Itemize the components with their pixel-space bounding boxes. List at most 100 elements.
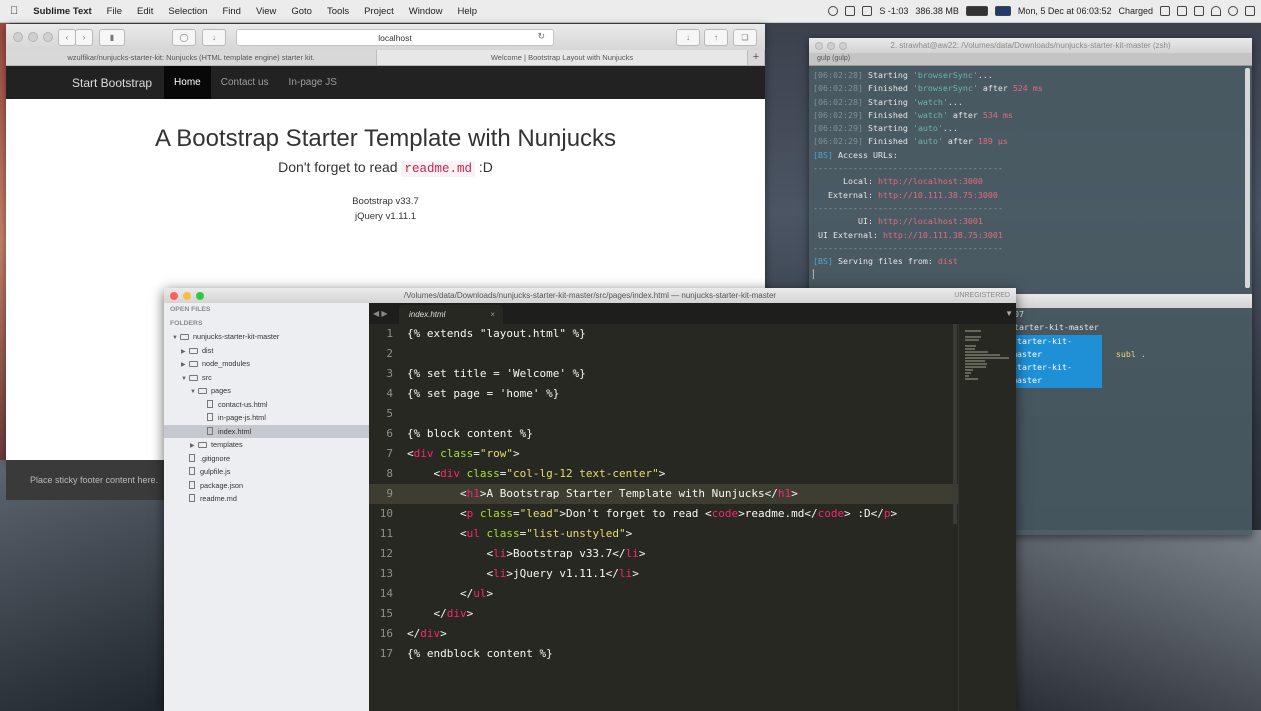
code-line[interactable]: 12 <li>Bootstrap v33.7</li> xyxy=(369,544,959,564)
tree-file[interactable]: in-page-js.html xyxy=(164,411,369,425)
cpu-graph-icon[interactable] xyxy=(994,6,1011,16)
tab-dropdown-icon[interactable]: ▼ xyxy=(1005,303,1013,324)
downloads-button[interactable]: ↓ xyxy=(676,29,700,46)
close-button[interactable] xyxy=(13,32,23,42)
download-icon[interactable]: ↓ xyxy=(202,29,226,46)
tree-folder[interactable]: ▶ node_modules xyxy=(164,357,369,371)
terminal-line: [06:02:29] Starting 'auto'... xyxy=(813,122,1252,135)
volume-icon[interactable] xyxy=(1194,6,1204,16)
zoom-button[interactable] xyxy=(43,32,53,42)
menu-sublime-text[interactable]: Sublime Text xyxy=(33,6,91,17)
forward-button[interactable]: › xyxy=(75,29,93,46)
tree-file[interactable]: index.html xyxy=(164,424,369,438)
editor-scrollbar[interactable] xyxy=(953,324,957,524)
menu-edit[interactable]: Edit xyxy=(137,6,153,17)
pocket-icon[interactable] xyxy=(845,6,856,16)
log-duration: 189 μs xyxy=(977,136,1008,147)
tree-folder[interactable]: ▼ nunjucks-starter-kit-master xyxy=(164,330,369,344)
terminal-scrollbar[interactable] xyxy=(1245,68,1250,288)
record-icon[interactable] xyxy=(828,6,839,16)
menu-goto[interactable]: Goto xyxy=(291,6,312,17)
tab-nav-arrows-icon[interactable]: ◀ ▶ xyxy=(373,303,388,324)
code-line[interactable]: 9 <h1>A Bootstrap Starter Template with … xyxy=(369,484,959,504)
code-line[interactable]: 5 xyxy=(369,404,959,424)
menu-help[interactable]: Help xyxy=(458,6,478,17)
file-icon xyxy=(207,426,213,435)
menu-file[interactable]: File xyxy=(107,6,122,17)
tree-folder[interactable]: ▼ src xyxy=(164,371,369,385)
tab-github[interactable]: wzulfikar/nunjucks-starter-kit: Nunjucks… xyxy=(6,50,377,65)
reload-icon[interactable]: ↻ xyxy=(537,31,545,42)
share-button[interactable]: ↑ xyxy=(704,29,728,46)
notification-center-icon[interactable] xyxy=(1245,6,1255,16)
code-line[interactable]: 14 </ul> xyxy=(369,584,959,604)
new-tab-button[interactable]: + xyxy=(748,50,765,65)
back-button[interactable]: ‹ xyxy=(58,29,76,46)
tray-memory[interactable]: 386.38 MB xyxy=(915,6,959,16)
line-source: <li>jQuery v1.11.1</li> xyxy=(407,564,638,584)
menu-tools[interactable]: Tools xyxy=(327,6,349,17)
minimap[interactable] xyxy=(958,324,1016,711)
log-message: Starting xyxy=(862,70,913,80)
tray-timer[interactable]: S -1:03 xyxy=(879,6,908,16)
code-line[interactable]: 7 <div class="row"> xyxy=(369,444,959,464)
code-line[interactable]: 8 <div class="col-lg-12 text-center"> xyxy=(369,464,959,484)
wifi-icon[interactable] xyxy=(1211,6,1221,16)
tree-folder[interactable]: ▶ dist xyxy=(164,344,369,358)
tree-file[interactable]: contact-us.html xyxy=(164,398,369,412)
airplay-icon[interactable] xyxy=(1160,6,1170,16)
nav-home[interactable]: Home xyxy=(164,66,211,99)
code-line[interactable]: 1 {% extends "layout.html" %} xyxy=(369,324,959,344)
page-heading: A Bootstrap Starter Template with Nunjuc… xyxy=(154,125,617,152)
sidebar-icon[interactable]: ▮ xyxy=(99,29,125,46)
code-line[interactable]: 16 </div> xyxy=(369,624,959,644)
tree-folder[interactable]: ▶ templates xyxy=(164,438,369,452)
code-area[interactable]: 1 {% extends "layout.html" %} 2 3 {% set tit… xyxy=(369,324,959,711)
tree-file[interactable]: .gitignore xyxy=(164,452,369,466)
nav-in-page-js[interactable]: In-page JS xyxy=(279,66,347,99)
line-source: <div class="row"> xyxy=(407,444,520,464)
code-line[interactable]: 10 < p class="lead">Don't forget to read … xyxy=(369,504,959,524)
menu-window[interactable]: Window xyxy=(409,6,443,17)
tab-index-html[interactable]: index.html × xyxy=(399,305,503,324)
network-graph-icon[interactable] xyxy=(965,6,988,16)
menu-view[interactable]: View xyxy=(256,6,276,17)
navbar-brand[interactable]: Start Bootstrap xyxy=(72,76,152,90)
tree-file[interactable]: gulpfile.js xyxy=(164,465,369,479)
code-line[interactable]: 15 </div> xyxy=(369,604,959,624)
nav-contact-us[interactable]: Contact us xyxy=(211,66,279,99)
apple-icon[interactable]:  xyxy=(10,5,18,17)
dropbox-icon[interactable] xyxy=(862,6,873,16)
tray-datetime[interactable]: Mon, 5 Dec at 06:03:52 xyxy=(1018,6,1112,16)
terminal-output[interactable]: [06:02:28] Starting 'browserSync'... [06:… xyxy=(809,66,1252,282)
code-line[interactable]: 17 {% endblock content %} xyxy=(369,644,959,664)
code-line[interactable]: 4 {% set page = 'home' %} xyxy=(369,384,959,404)
code-line[interactable]: 3 {% set title = 'Welcome' %} xyxy=(369,364,959,384)
menu-selection[interactable]: Selection xyxy=(168,6,207,17)
spotlight-icon[interactable] xyxy=(1228,6,1238,16)
menu-find[interactable]: Find xyxy=(222,6,240,17)
tab-welcome[interactable]: Welcome | Bootstrap Layout with Nunjucks xyxy=(377,50,748,65)
tray-battery[interactable]: Charged xyxy=(1118,6,1153,16)
minimize-button[interactable] xyxy=(28,32,38,42)
code-line[interactable]: 13 <li>jQuery v1.11.1</li> xyxy=(369,564,959,584)
terminal-tab[interactable]: gulp (gulp) xyxy=(809,53,1252,66)
prompt-line: starter-kit-master subl . xyxy=(1009,334,1252,362)
close-tab-icon[interactable]: × xyxy=(490,305,495,324)
tree-folder[interactable]: ▼ pages xyxy=(164,384,369,398)
folders-header[interactable]: FOLDERS xyxy=(164,317,369,331)
tree-file[interactable]: readme.md xyxy=(164,492,369,506)
tree-file[interactable]: package.json xyxy=(164,479,369,493)
ui-label: UI: xyxy=(813,216,873,227)
lead-text: Don't forget to read readme.md :D xyxy=(6,159,765,177)
open-files-header[interactable]: OPEN FILES xyxy=(164,303,369,317)
line-number: 4 xyxy=(386,387,393,400)
code-line[interactable]: 2 xyxy=(369,344,959,364)
code-line[interactable]: 6 {% block content %} xyxy=(369,424,959,444)
menu-project[interactable]: Project xyxy=(364,6,394,17)
privacy-icon[interactable]: ◯ xyxy=(172,29,196,46)
code-line[interactable]: 11 <ul class="list-unstyled"> xyxy=(369,524,959,544)
address-bar[interactable]: localhost ↻ xyxy=(236,29,554,46)
bluetooth-icon[interactable] xyxy=(1177,6,1187,16)
tabs-button[interactable]: ❏ xyxy=(733,29,757,46)
